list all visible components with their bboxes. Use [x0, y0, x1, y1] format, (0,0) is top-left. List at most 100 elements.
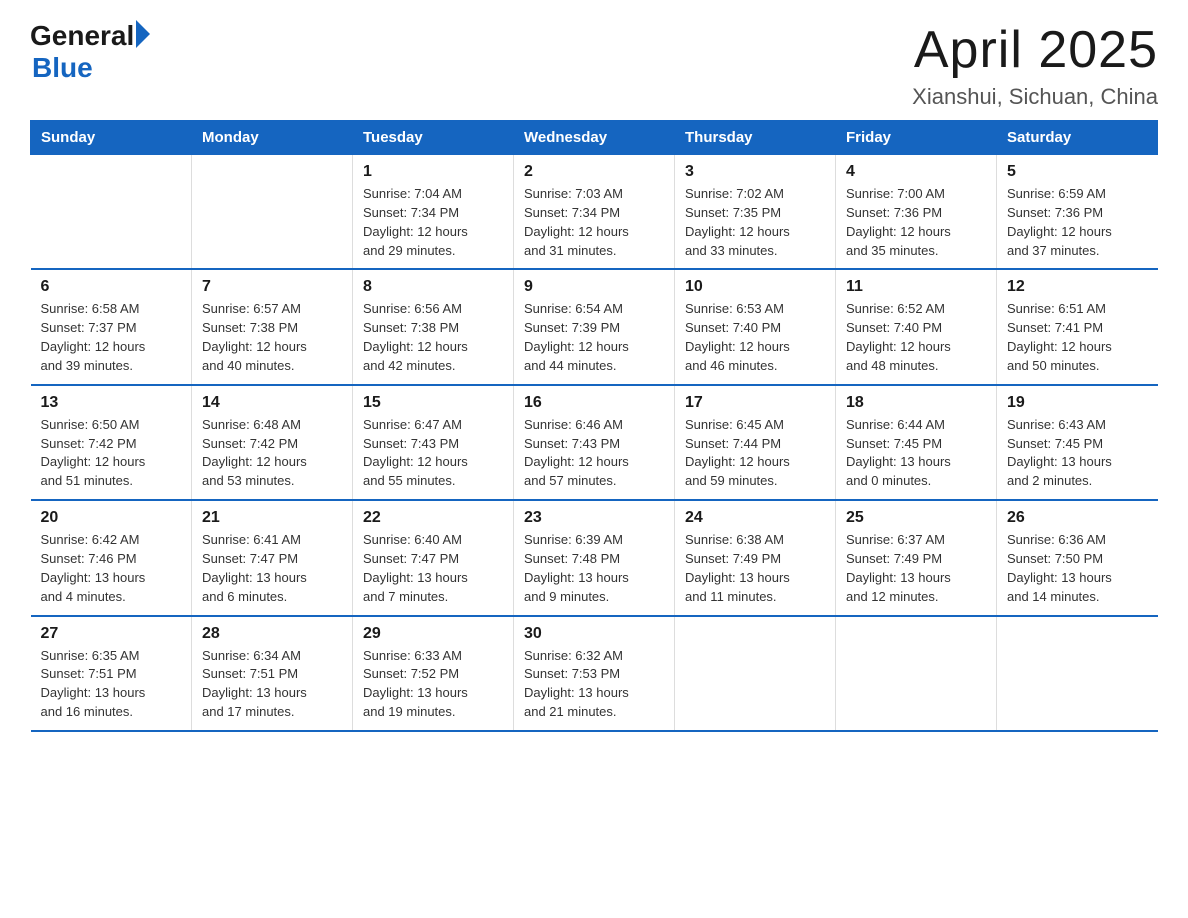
calendar-cell: 5 Sunrise: 6:59 AM Sunset: 7:36 PM Daylig… [997, 155, 1158, 270]
day-info: Sunrise: 6:38 AM Sunset: 7:49 PM Dayligh… [685, 531, 825, 606]
day-number: 16 [524, 394, 664, 412]
day-info: Sunrise: 6:32 AM Sunset: 7:53 PM Dayligh… [524, 647, 664, 722]
calendar-cell: 2 Sunrise: 7:03 AM Sunset: 7:34 PM Daylig… [514, 155, 675, 270]
day-number: 27 [41, 625, 182, 643]
calendar-cell: 1 Sunrise: 7:04 AM Sunset: 7:34 PM Daylig… [353, 155, 514, 270]
header-cell-friday: Friday [836, 121, 997, 155]
day-number: 15 [363, 394, 503, 412]
week-row-2: 6 Sunrise: 6:58 AM Sunset: 7:37 PM Daylig… [31, 269, 1158, 384]
calendar-cell: 7 Sunrise: 6:57 AM Sunset: 7:38 PM Daylig… [192, 269, 353, 384]
logo: General Blue [30, 20, 150, 84]
day-number: 25 [846, 509, 986, 527]
week-row-1: 1 Sunrise: 7:04 AM Sunset: 7:34 PM Daylig… [31, 155, 1158, 270]
header-cell-wednesday: Wednesday [514, 121, 675, 155]
day-number: 4 [846, 163, 986, 181]
calendar-cell: 26 Sunrise: 6:36 AM Sunset: 7:50 PM Dayli… [997, 500, 1158, 615]
day-info: Sunrise: 6:46 AM Sunset: 7:43 PM Dayligh… [524, 416, 664, 491]
day-number: 21 [202, 509, 342, 527]
calendar-cell: 21 Sunrise: 6:41 AM Sunset: 7:47 PM Dayli… [192, 500, 353, 615]
day-number: 18 [846, 394, 986, 412]
calendar-cell: 28 Sunrise: 6:34 AM Sunset: 7:51 PM Dayli… [192, 616, 353, 731]
calendar-cell [31, 155, 192, 270]
calendar-cell: 29Sunrise: 6:33 AM Sunset: 7:52 PM Dayli… [353, 616, 514, 731]
day-info: Sunrise: 7:00 AM Sunset: 7:36 PM Dayligh… [846, 185, 986, 260]
calendar-table: SundayMondayTuesdayWednesdayThursdayFrid… [30, 120, 1158, 732]
calendar-cell: 8 Sunrise: 6:56 AM Sunset: 7:38 PM Daylig… [353, 269, 514, 384]
day-number: 7 [202, 278, 342, 296]
day-number: 6 [41, 278, 182, 296]
day-info: Sunrise: 7:04 AM Sunset: 7:34 PM Dayligh… [363, 185, 503, 260]
header-cell-saturday: Saturday [997, 121, 1158, 155]
header-row: SundayMondayTuesdayWednesdayThursdayFrid… [31, 121, 1158, 155]
day-number: 3 [685, 163, 825, 181]
calendar-cell: 16 Sunrise: 6:46 AM Sunset: 7:43 PM Dayli… [514, 385, 675, 500]
calendar-cell [675, 616, 836, 731]
day-number: 17 [685, 394, 825, 412]
calendar-cell: 19 Sunrise: 6:43 AM Sunset: 7:45 PM Dayli… [997, 385, 1158, 500]
calendar-cell: 18 Sunrise: 6:44 AM Sunset: 7:45 PM Dayli… [836, 385, 997, 500]
day-info: Sunrise: 6:33 AM Sunset: 7:52 PM Dayligh… [363, 647, 503, 722]
day-number: 24 [685, 509, 825, 527]
day-number: 19 [1007, 394, 1148, 412]
page-subtitle: Xianshui, Sichuan, China [912, 84, 1158, 110]
logo-blue-text: Blue [32, 52, 93, 84]
calendar-cell: 9Sunrise: 6:54 AM Sunset: 7:39 PM Daylig… [514, 269, 675, 384]
day-number: 5 [1007, 163, 1148, 181]
day-number: 20 [41, 509, 182, 527]
day-info: Sunrise: 6:53 AM Sunset: 7:40 PM Dayligh… [685, 300, 825, 375]
day-info: Sunrise: 6:40 AM Sunset: 7:47 PM Dayligh… [363, 531, 503, 606]
calendar-cell: 10 Sunrise: 6:53 AM Sunset: 7:40 PM Dayli… [675, 269, 836, 384]
day-info: Sunrise: 6:48 AM Sunset: 7:42 PM Dayligh… [202, 416, 342, 491]
calendar-cell: 20 Sunrise: 6:42 AM Sunset: 7:46 PM Dayli… [31, 500, 192, 615]
day-info: Sunrise: 6:45 AM Sunset: 7:44 PM Dayligh… [685, 416, 825, 491]
day-number: 8 [363, 278, 503, 296]
day-number: 10 [685, 278, 825, 296]
calendar-cell: 4 Sunrise: 7:00 AM Sunset: 7:36 PM Daylig… [836, 155, 997, 270]
calendar-cell: 17 Sunrise: 6:45 AM Sunset: 7:44 PM Dayli… [675, 385, 836, 500]
day-info: Sunrise: 6:42 AM Sunset: 7:46 PM Dayligh… [41, 531, 182, 606]
day-number: 28 [202, 625, 342, 643]
day-number: 14 [202, 394, 342, 412]
week-row-3: 13 Sunrise: 6:50 AM Sunset: 7:42 PM Dayli… [31, 385, 1158, 500]
calendar-cell [997, 616, 1158, 731]
title-area: April 2025 Xianshui, Sichuan, China [912, 20, 1158, 110]
day-info: Sunrise: 6:41 AM Sunset: 7:47 PM Dayligh… [202, 531, 342, 606]
day-info: Sunrise: 6:56 AM Sunset: 7:38 PM Dayligh… [363, 300, 503, 375]
day-info: Sunrise: 6:58 AM Sunset: 7:37 PM Dayligh… [41, 300, 182, 375]
day-info: Sunrise: 6:36 AM Sunset: 7:50 PM Dayligh… [1007, 531, 1148, 606]
day-info: Sunrise: 6:57 AM Sunset: 7:38 PM Dayligh… [202, 300, 342, 375]
day-info: Sunrise: 6:44 AM Sunset: 7:45 PM Dayligh… [846, 416, 986, 491]
day-number: 12 [1007, 278, 1148, 296]
day-info: Sunrise: 7:03 AM Sunset: 7:34 PM Dayligh… [524, 185, 664, 260]
day-info: Sunrise: 6:59 AM Sunset: 7:36 PM Dayligh… [1007, 185, 1148, 260]
day-info: Sunrise: 6:37 AM Sunset: 7:49 PM Dayligh… [846, 531, 986, 606]
day-info: Sunrise: 6:50 AM Sunset: 7:42 PM Dayligh… [41, 416, 182, 491]
day-info: Sunrise: 6:43 AM Sunset: 7:45 PM Dayligh… [1007, 416, 1148, 491]
calendar-cell [192, 155, 353, 270]
day-number: 2 [524, 163, 664, 181]
day-number: 26 [1007, 509, 1148, 527]
day-number: 22 [363, 509, 503, 527]
header-cell-monday: Monday [192, 121, 353, 155]
calendar-cell: 23Sunrise: 6:39 AM Sunset: 7:48 PM Dayli… [514, 500, 675, 615]
week-row-5: 27 Sunrise: 6:35 AM Sunset: 7:51 PM Dayli… [31, 616, 1158, 731]
calendar-cell: 11 Sunrise: 6:52 AM Sunset: 7:40 PM Dayli… [836, 269, 997, 384]
day-number: 11 [846, 278, 986, 296]
calendar-cell: 22 Sunrise: 6:40 AM Sunset: 7:47 PM Dayli… [353, 500, 514, 615]
day-info: Sunrise: 6:52 AM Sunset: 7:40 PM Dayligh… [846, 300, 986, 375]
calendar-cell [836, 616, 997, 731]
header-cell-thursday: Thursday [675, 121, 836, 155]
day-number: 13 [41, 394, 182, 412]
day-info: Sunrise: 6:39 AM Sunset: 7:48 PM Dayligh… [524, 531, 664, 606]
calendar-cell: 24 Sunrise: 6:38 AM Sunset: 7:49 PM Dayli… [675, 500, 836, 615]
header-cell-sunday: Sunday [31, 121, 192, 155]
page-title: April 2025 [912, 20, 1158, 80]
logo-arrow-icon [136, 20, 150, 48]
day-info: Sunrise: 6:54 AM Sunset: 7:39 PM Dayligh… [524, 300, 664, 375]
logo-general-text: General [30, 20, 134, 52]
day-info: Sunrise: 6:34 AM Sunset: 7:51 PM Dayligh… [202, 647, 342, 722]
day-number: 1 [363, 163, 503, 181]
day-info: Sunrise: 6:35 AM Sunset: 7:51 PM Dayligh… [41, 647, 182, 722]
calendar-cell: 12Sunrise: 6:51 AM Sunset: 7:41 PM Dayli… [997, 269, 1158, 384]
day-info: Sunrise: 7:02 AM Sunset: 7:35 PM Dayligh… [685, 185, 825, 260]
